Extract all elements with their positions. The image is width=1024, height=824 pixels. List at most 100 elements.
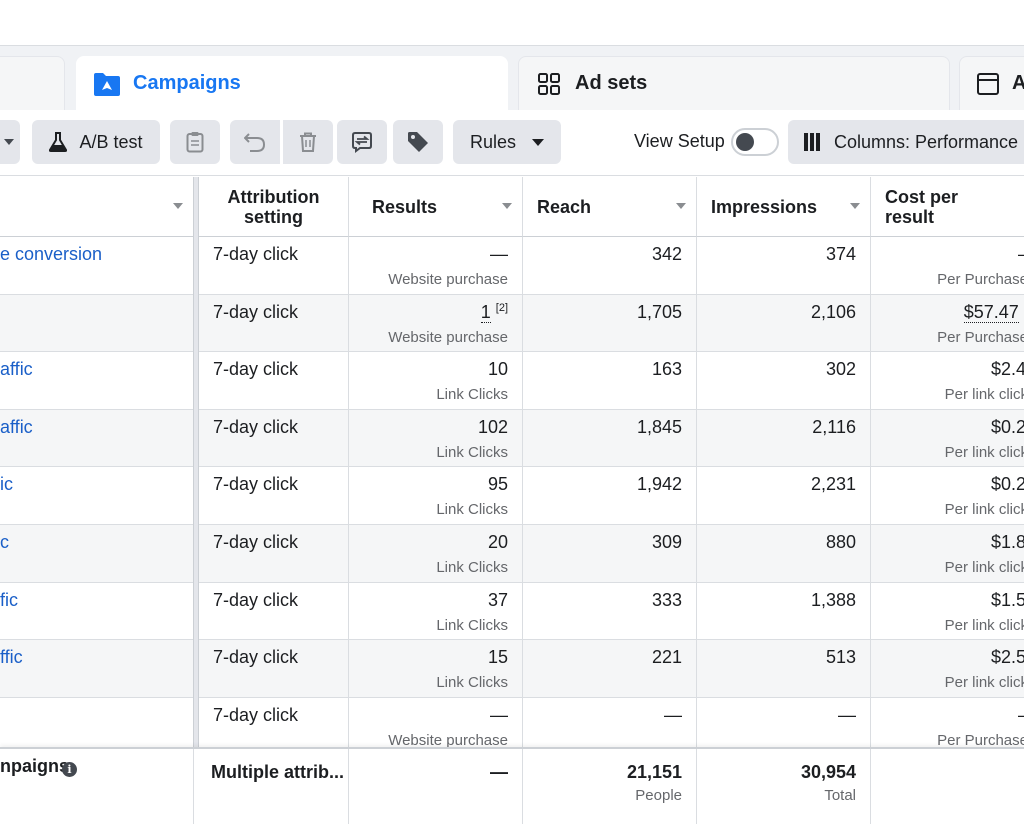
summary-attribution-value: Multiple attrib... <box>211 762 344 782</box>
tag-button[interactable] <box>393 120 443 164</box>
campaign-name-link[interactable]: e conversion <box>0 244 102 265</box>
results-main: 15 <box>488 647 508 668</box>
table-row[interactable]: ffic 7-day click 15 Link Clicks 221 513 $2.53 P… <box>0 640 1024 698</box>
duplicate-button[interactable] <box>170 120 220 164</box>
attribution-value: 7-day click <box>213 647 299 668</box>
impressions-cell: 513 <box>697 640 871 697</box>
campaign-name-cell: e conversion <box>0 237 194 294</box>
dropdown-button[interactable] <box>0 120 20 164</box>
sort-caret-icon <box>850 203 860 209</box>
attribution-value: 7-day click <box>213 301 299 322</box>
campaign-name-link[interactable]: affic <box>0 417 33 438</box>
campaign-name-link[interactable]: ic <box>0 474 13 495</box>
cost-value: $0.24 <box>990 474 1024 495</box>
reach-value: 221 <box>651 647 682 668</box>
column-header-reach[interactable]: Reach <box>523 177 697 237</box>
attribution-value: 7-day click <box>213 704 299 725</box>
summary-label: npaigns <box>0 756 70 776</box>
frozen-column-divider[interactable] <box>193 177 199 824</box>
cost-main: $2.53 <box>991 647 1024 668</box>
attribution-value: 7-day click <box>213 244 299 264</box>
undo-button[interactable] <box>230 120 280 164</box>
impressions-cell: 1,388 <box>697 582 871 640</box>
results-value: 1 <box>480 301 491 323</box>
reach-cell: — <box>523 697 697 755</box>
cost-main: $2.45 <box>991 359 1024 380</box>
column-header-results[interactable]: Results <box>349 177 523 237</box>
view-setup-toggle[interactable] <box>731 128 779 156</box>
column-header-attribution[interactable]: Attribution setting <box>199 177 349 237</box>
tab-account-overview[interactable] <box>0 56 65 110</box>
reach-value: 1,942 <box>636 474 682 495</box>
results-main: 95 <box>488 474 508 495</box>
campaign-name-link[interactable]: fic <box>0 590 18 611</box>
impressions-value: 374 <box>825 244 856 264</box>
delete-button[interactable] <box>283 120 333 164</box>
chevron-down-icon <box>4 139 14 145</box>
export-button[interactable] <box>337 120 387 164</box>
impressions-cell: 2,116 <box>697 409 871 467</box>
cost-main: — <box>1018 244 1024 265</box>
toggle-knob <box>736 133 754 151</box>
campaign-name-link[interactable]: c <box>0 532 9 553</box>
table-row[interactable]: 7-day click 1 [2] Website purchase 1,705 2,10… <box>0 294 1024 353</box>
column-header-cost-per-result[interactable]: Cost per result <box>871 177 1024 237</box>
cost-type: Per link click <box>944 616 1024 634</box>
summary-results: — <box>349 749 523 824</box>
columns-label: Columns: Performance <box>834 131 1019 152</box>
table-row[interactable]: e conversion 7-day click — Website purchase… <box>0 237 1024 295</box>
ab-test-button[interactable]: A/B test <box>32 120 160 164</box>
column-header-impressions[interactable]: Impressions <box>697 177 871 237</box>
cost-type: Per link click <box>944 386 1024 404</box>
cost-value: $1.82 <box>990 532 1024 552</box>
attribution-value: 7-day click <box>213 589 299 610</box>
results-value: 20 <box>487 532 508 552</box>
rules-dropdown[interactable]: Rules <box>453 120 561 164</box>
impressions-value: 302 <box>825 359 856 380</box>
attribution-cell: 7-day click <box>199 294 349 352</box>
results-value: 15 <box>487 647 508 668</box>
reach-value: 309 <box>651 532 682 552</box>
results-cell: 1 [2] Website purchase <box>349 294 523 352</box>
clipboard-icon <box>186 131 204 153</box>
reach-cell: 221 <box>523 640 697 697</box>
cost-value: $0.23 <box>990 416 1024 437</box>
reach-cell: 1,942 <box>523 467 697 524</box>
info-icon: i <box>62 762 77 777</box>
tab-ad-sets[interactable]: Ad sets <box>518 56 950 110</box>
table-row[interactable]: ic 7-day click 95 Link Clicks 1,942 2,231 $0.2… <box>0 467 1024 525</box>
attribution-value: 7-day click <box>213 474 299 495</box>
results-value: — <box>490 704 508 725</box>
attribution-cell: 7-day click <box>199 352 349 409</box>
table-row[interactable]: c 7-day click 20 Link Clicks 309 880 $1.82 Per … <box>0 525 1024 583</box>
impressions-value: 1,388 <box>810 589 856 610</box>
attribution-cell: 7-day click <box>199 467 349 524</box>
summary-attribution: Multiple attrib... <box>199 749 349 824</box>
sort-caret-icon <box>676 203 686 209</box>
columns-dropdown[interactable]: Columns: Performance <box>788 120 1024 164</box>
results-footnote[interactable]: [2] <box>496 302 508 314</box>
table-row[interactable]: affic 7-day click 10 Link Clicks 163 302 $2.45… <box>0 352 1024 410</box>
cost-main: $1.82 <box>991 532 1024 553</box>
ab-test-label: A/B test <box>79 131 143 152</box>
ad-window-icon <box>976 70 1000 98</box>
cost-type: Per link click <box>944 443 1024 461</box>
attribution-value: 7-day click <box>213 416 299 437</box>
impressions-value: 2,106 <box>810 301 856 322</box>
impressions-value: 2,116 <box>812 416 856 437</box>
attribution-cell: 7-day click <box>199 640 349 697</box>
tab-ads[interactable]: Ad <box>959 56 1024 110</box>
column-header-name[interactable] <box>0 177 194 237</box>
results-main: — <box>490 705 508 726</box>
header-label: Attribution setting <box>227 187 320 227</box>
campaign-name-link[interactable]: affic <box>0 359 33 380</box>
results-main: — <box>490 244 508 265</box>
table-row[interactable]: fic 7-day click 37 Link Clicks 333 1,388 $1.55… <box>0 582 1024 641</box>
results-cell: 20 Link Clicks <box>349 525 523 582</box>
impressions-value: — <box>838 704 856 725</box>
campaign-name-cell: ffic <box>0 640 194 697</box>
table-row[interactable]: affic 7-day click 102 Link Clicks 1,845 2,116… <box>0 409 1024 468</box>
tab-campaigns[interactable]: Campaigns <box>76 56 508 110</box>
cost-cell: $1.55 Per link click <box>871 583 1024 640</box>
campaign-name-link[interactable]: ffic <box>0 647 23 668</box>
